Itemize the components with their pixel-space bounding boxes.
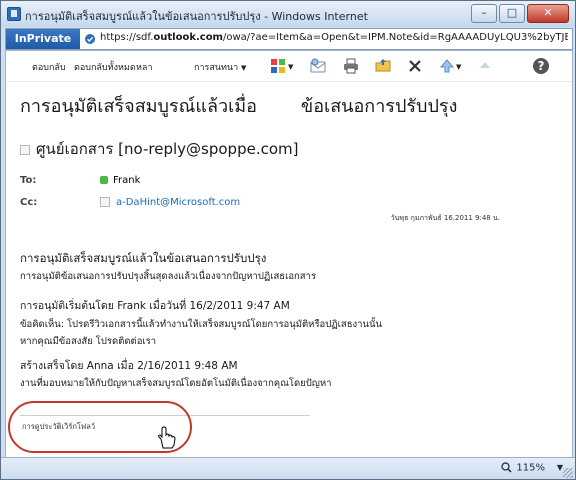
mark-unread-icon[interactable] [309,57,327,75]
presence-online-icon [100,176,108,184]
inprivate-badge[interactable]: InPrivate [6,29,80,49]
zoom-level: 115% [516,462,545,474]
to-recipient-name: Frank [113,175,141,186]
hand-cursor-icon [158,426,176,449]
minimize-button[interactable]: – [471,4,497,23]
subject-part-2: ข้อเสนอการปรับปรุง [300,96,458,117]
chevron-down-icon[interactable]: ▼ [288,63,293,71]
window-controls: – □ ✕ [471,4,569,23]
message-toolbar: ตอบกลับ ตอบกลับทั้งหมด หลา การสนทนา ▼ ▼ [6,51,572,81]
move-to-folder-icon[interactable] [374,57,392,75]
message-pane: ตอบกลับ ตอบกลับทั้งหมด หลา การสนทนา ▼ ▼ [5,50,573,458]
created-line: สร้างเสร็จโดย Anna เมื่อ 2/16/2011 9:48 … [20,360,238,372]
previous-item-icon[interactable] [438,57,456,75]
svg-text:?: ? [538,59,545,73]
address-bar[interactable]: InPrivate https://sdf.outlook.com/owa/?a… [5,28,573,50]
comment-line-2: หากคุณมีข้อสงสัย โปรดติดต่อเรา [20,336,157,347]
reply-all-button[interactable]: ตอบกลับทั้งหมด [74,60,136,74]
to-recipient[interactable]: Frank [100,175,140,186]
page-icon [7,7,21,21]
next-item-icon[interactable] [476,57,494,75]
help-icon[interactable]: ? [532,57,550,75]
resize-grip[interactable] [563,468,573,478]
url-prefix: https://sdf. [100,32,154,43]
sent-date: วันพุธ กุมภาพันธ์ 16.2011 9:48 น. [390,214,500,222]
categories-icon[interactable] [269,57,287,75]
sender-name: ศูนย์เอกสาร [no-reply@spoppe.com] [36,140,299,158]
approval-started-line: การอนุมัติเริ่มต้นโดย Frank เมื่อวันที่ … [20,300,290,312]
cc-label: Cc: [20,197,38,208]
zoom-control[interactable]: 115% [501,462,545,474]
actions-menu[interactable]: การสนทนา ▼ [194,60,246,74]
reply-button[interactable]: ตอบกลับ [32,60,66,74]
cc-recipient[interactable]: a-DaHint@Microsoft.com [100,197,240,208]
maximize-button[interactable]: □ [499,4,525,23]
chevron-down-icon[interactable]: ▼ [456,63,461,71]
status-bar: 115% ▼ [1,457,575,479]
maximize-icon: □ [506,6,518,19]
message-subject: การอนุมัติเสร็จสมบูรณ์แล้วเมื่อ ข้อเสนอกา… [20,91,457,120]
title-bar: การอนุมัติเสร็จสมบูรณ์แล้วในข้อเสนอการปร… [1,1,575,27]
close-button[interactable]: ✕ [527,4,569,23]
toolbar-divider [6,81,572,82]
actions-label: การสนทนา [194,63,239,73]
delete-icon[interactable] [406,57,424,75]
print-icon[interactable] [342,57,360,75]
window-title: การอนุมัติเสร็จสมบูรณ์แล้วในข้อเสนอการปร… [25,10,370,23]
subject-part-1: การอนุมัติเสร็จสมบูรณ์แล้วเมื่อ [20,96,257,117]
sender[interactable]: ศูนย์เอกสาร [no-reply@spoppe.com] [20,137,299,161]
url-text[interactable]: https://sdf.outlook.com/owa/?ae=Item&a=O… [100,32,568,43]
cc-recipient-address: a-DaHint@Microsoft.com [116,197,241,208]
page-favicon-icon [85,34,95,44]
to-label: To: [20,175,37,186]
zoom-icon [501,462,512,473]
close-icon: ✕ [543,6,553,19]
created-sub-line: งานที่มอบหมายให้กับปัญหาเสร็จสมบูรณ์โดยอ… [20,378,332,389]
comment-line-1: ข้อคิดเห็น: โปรดรีวิวเอกสารนี้แล้วทำงานใ… [20,319,382,330]
minimize-icon: – [481,6,487,19]
forward-button[interactable]: หลา [136,60,153,74]
sender-status-icon [20,144,30,155]
body-heading: การอนุมัติเสร็จสมบูรณ์แล้วในข้อเสนอการปร… [20,251,267,265]
url-suffix: /owa/?ae=Item&a=Open&t=IPM.Note&id=RgAAA… [222,32,568,43]
presence-unknown-icon [100,197,110,207]
url-domain: outlook.com [153,32,223,43]
chevron-down-icon: ▼ [241,64,247,72]
browser-window: การอนุมัติเสร็จสมบูรณ์แล้วในข้อเสนอการปร… [0,0,576,480]
body-heading-sub: การอนุมัติข้อเสนอการปรับปรุงสิ้นสุดลงแล้… [20,271,317,282]
